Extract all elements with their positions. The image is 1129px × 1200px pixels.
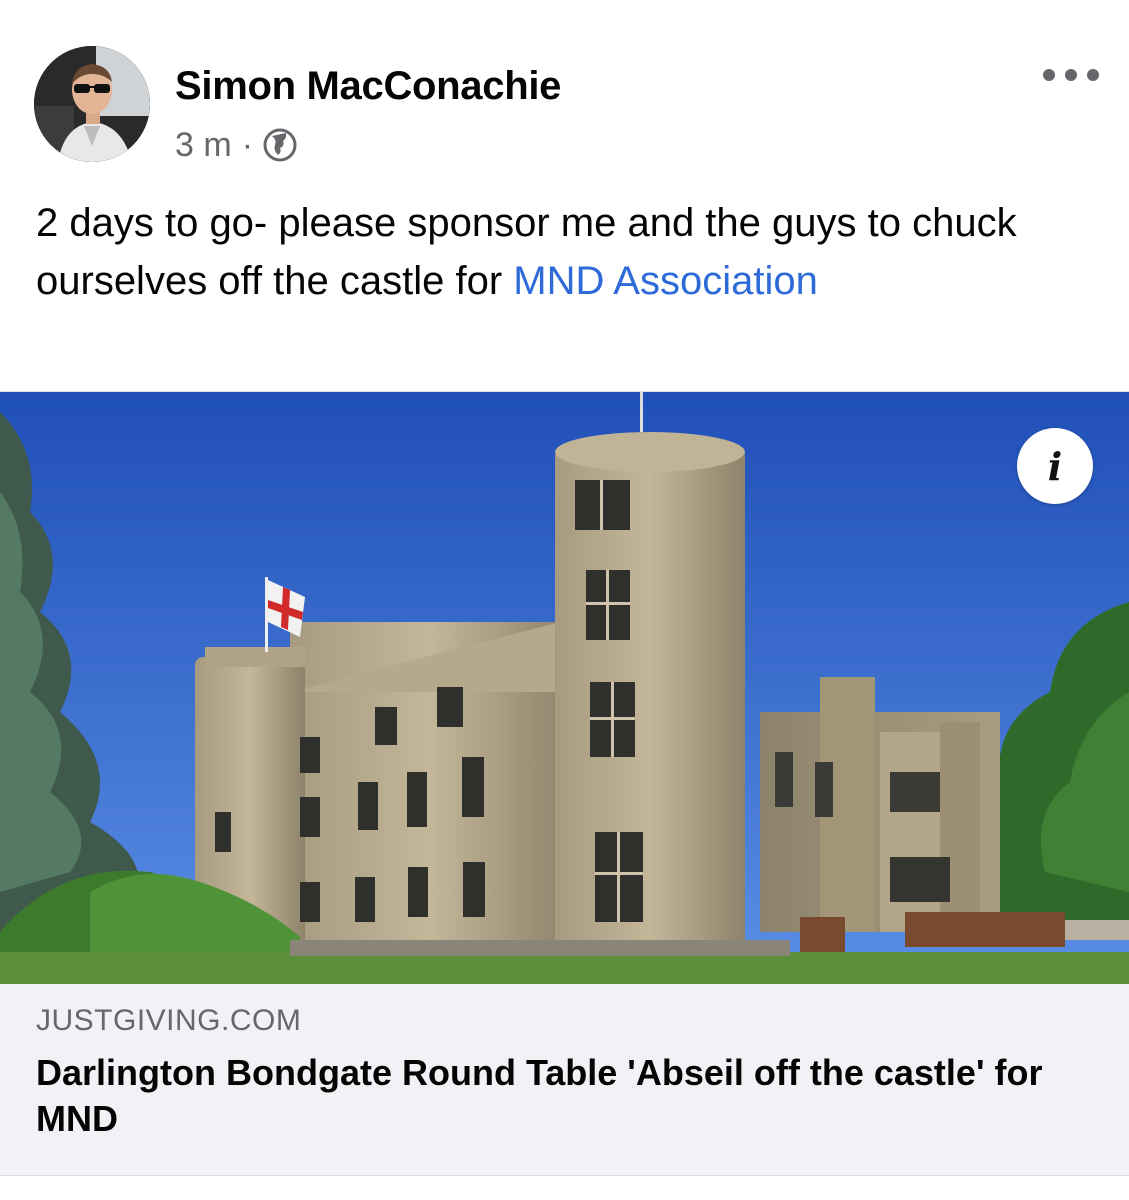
info-button[interactable]: i xyxy=(1017,428,1093,504)
post-message: 2 days to go- please sponsor me and the … xyxy=(36,194,1096,310)
author-name[interactable]: Simon MacConachie xyxy=(175,64,561,109)
more-options-button[interactable] xyxy=(1043,58,1099,92)
globe-icon xyxy=(263,128,297,162)
more-horizontal-icon xyxy=(1043,69,1055,81)
link-preview-card[interactable]: i JUSTGIVING.COM Darlington Bondgate Rou… xyxy=(0,391,1129,1176)
link-domain: JUSTGIVING.COM xyxy=(36,1004,302,1037)
castle-photo xyxy=(0,392,1129,984)
info-icon: i xyxy=(1047,443,1063,489)
link-preview-image[interactable]: i xyxy=(0,392,1129,984)
meta-separator: · xyxy=(241,125,254,164)
post-header: Simon MacConachie 3 m · xyxy=(0,0,1129,180)
tagged-page-link[interactable]: MND Association xyxy=(513,259,818,303)
post-meta: 3 m · xyxy=(175,124,297,166)
post-time[interactable]: 3 m xyxy=(175,126,232,165)
link-title[interactable]: Darlington Bondgate Round Table 'Abseil … xyxy=(36,1050,1076,1142)
avatar-photo xyxy=(34,46,150,162)
author-avatar[interactable] xyxy=(34,46,150,162)
link-preview-footer[interactable]: JUSTGIVING.COM Darlington Bondgate Round… xyxy=(0,984,1129,1175)
